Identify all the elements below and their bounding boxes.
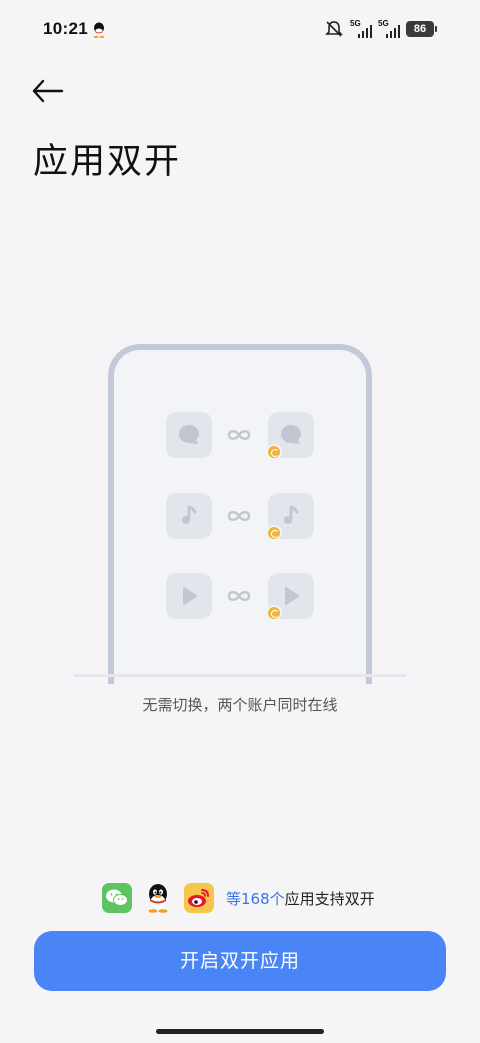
original-app-tile	[166, 412, 212, 458]
qq-notification-icon	[93, 22, 105, 38]
home-indicator[interactable]	[156, 1029, 324, 1034]
play-icon	[183, 587, 197, 605]
infinity-icon	[227, 430, 251, 440]
status-bar: 10:21 5G 5G 86	[0, 0, 480, 62]
message-bubble-icon	[179, 425, 199, 444]
cloned-app-tile	[266, 412, 314, 460]
infinity-icon	[227, 591, 251, 601]
signal-2-icon: 5G	[378, 19, 400, 38]
clone-badge-icon	[266, 444, 282, 460]
battery-icon: 86	[406, 21, 437, 37]
illustration-row-video	[166, 573, 314, 621]
supported-apps-count[interactable]: 等168个	[226, 890, 285, 908]
supported-apps-text[interactable]: 等168个应用支持双开	[226, 888, 375, 909]
qq-icon	[143, 883, 173, 913]
original-app-tile	[166, 493, 212, 539]
signal-1-icon: 5G	[350, 19, 372, 38]
status-indicators: 5G 5G 86	[324, 19, 437, 39]
cloned-app-tile	[266, 573, 314, 621]
back-button[interactable]	[30, 75, 66, 107]
illustration-caption: 无需切换，两个账户同时在线	[142, 696, 338, 714]
status-time: 10:21	[43, 19, 88, 38]
clone-badge-icon	[266, 605, 282, 621]
enable-dual-apps-button[interactable]: 开启双开应用	[34, 931, 446, 991]
wechat-icon	[102, 883, 132, 913]
illustration-baseline	[74, 674, 406, 677]
original-app-tile	[166, 573, 212, 619]
illustration-row-message	[166, 412, 314, 460]
cloned-app-tile	[266, 493, 314, 541]
clone-badge-icon	[266, 525, 282, 541]
weibo-icon	[184, 883, 214, 913]
supported-apps-row[interactable]: 等168个应用支持双开	[102, 882, 375, 914]
dual-app-illustration	[74, 342, 406, 684]
infinity-icon	[227, 511, 251, 521]
arrow-left-icon	[32, 79, 64, 103]
page-title: 应用双开	[33, 142, 182, 182]
music-note-icon	[284, 505, 299, 524]
mute-bell-icon	[325, 21, 343, 37]
music-note-icon	[182, 505, 197, 524]
play-icon	[285, 587, 299, 605]
supported-apps-suffix: 应用支持双开	[284, 889, 375, 908]
illustration-row-music	[166, 493, 314, 541]
message-bubble-icon	[281, 425, 301, 444]
